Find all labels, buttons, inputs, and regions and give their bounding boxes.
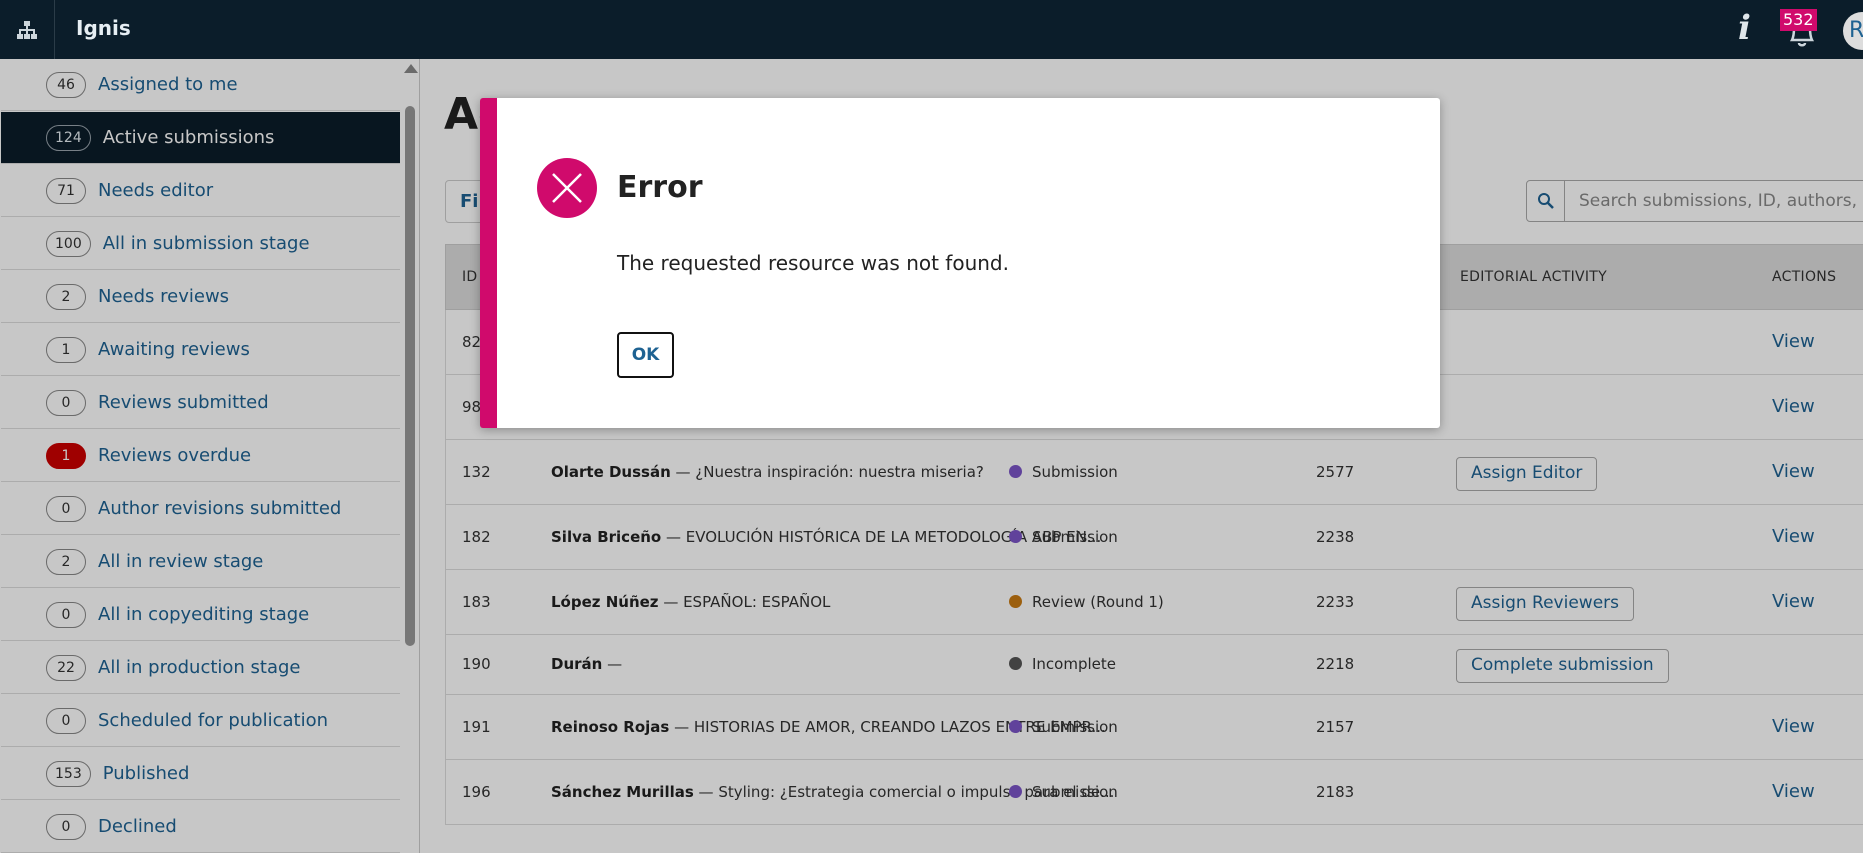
modal-backdrop[interactable]: Error The requested resource was not fou… [0, 59, 1863, 853]
ok-button[interactable]: OK [617, 332, 674, 378]
help-info-icon[interactable]: i [1738, 8, 1751, 48]
error-dialog: Error The requested resource was not fou… [480, 98, 1440, 428]
top-navigation-bar: Ignis i 532 R [0, 0, 1863, 59]
sitemap-icon[interactable] [0, 0, 55, 59]
notifications-count-badge: 532 [1780, 9, 1817, 31]
dialog-message: The requested resource was not found. [617, 251, 1009, 275]
user-avatar[interactable]: R [1843, 12, 1863, 50]
app-name[interactable]: Ignis [76, 16, 131, 40]
dialog-title: Error [617, 170, 703, 205]
error-x-icon [537, 158, 597, 218]
